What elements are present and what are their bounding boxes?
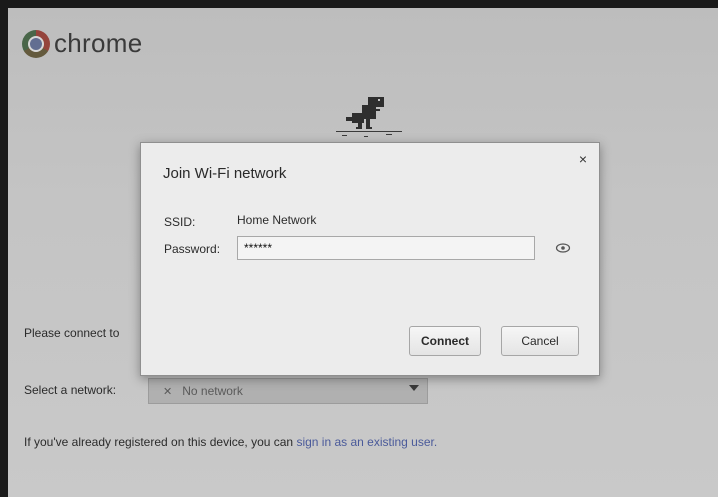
oobe-screen: chrome Please connect to Select a networ… [8, 8, 718, 497]
connect-button[interactable]: Connect [409, 326, 481, 356]
connect-prompt: Please connect to [24, 326, 120, 340]
registered-prefix: If you've already registered on this dev… [24, 435, 297, 449]
show-password-eye-icon[interactable] [555, 241, 571, 255]
brand-name: chrome [54, 28, 143, 58]
dinosaur-icon [336, 97, 402, 137]
chrome-logo-icon [22, 29, 50, 58]
close-icon[interactable]: × [579, 151, 587, 167]
ssid-label: SSID: [164, 215, 196, 229]
dialog-title: Join Wi-Fi network [163, 165, 287, 182]
sign-in-existing-user-link[interactable]: sign in as an existing user. [296, 435, 437, 449]
network-select[interactable]: ✕ No network [148, 378, 428, 404]
no-network-icon: ✕ [163, 385, 173, 398]
ssid-value: Home Network [237, 213, 317, 227]
cancel-button[interactable]: Cancel [501, 326, 579, 356]
registered-message: If you've already registered on this dev… [24, 435, 437, 449]
chrome-logo: chrome [22, 28, 143, 59]
password-label: Password: [164, 242, 221, 256]
select-network-label: Select a network: [24, 383, 117, 397]
join-wifi-dialog: Join Wi-Fi network × SSID: Home Network … [140, 142, 600, 376]
password-input[interactable] [237, 236, 535, 260]
network-select-value: No network [182, 384, 243, 398]
chevron-down-icon [409, 385, 419, 391]
